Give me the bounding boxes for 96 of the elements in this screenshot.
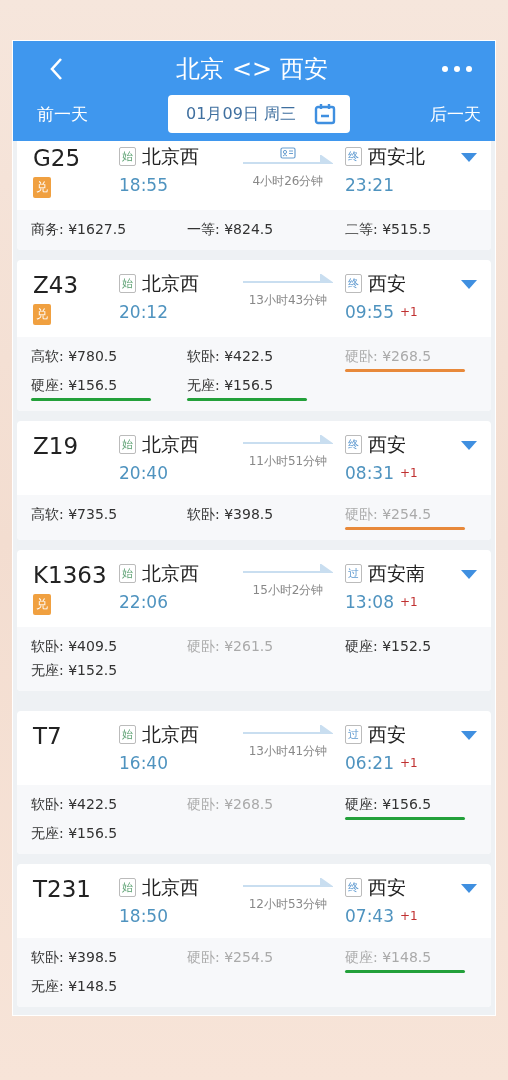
- station-name: 北京西: [142, 432, 199, 457]
- fare-price: 无座: ¥152.5: [31, 661, 118, 680]
- station-tag: 始: [119, 273, 136, 293]
- more-icon[interactable]: [441, 65, 473, 73]
- train-number: T7: [33, 722, 62, 751]
- train-card[interactable]: Z19 始 北京西 20:40 11小时51分钟 终 西安 08:31 +1 高软: ¥735.5 软卧: ¥398.5 硬卧: ¥254.5: [17, 421, 491, 540]
- back-icon[interactable]: [49, 57, 63, 81]
- station-tag: 始: [119, 563, 136, 583]
- fare-price: 硬座: ¥152.5: [345, 637, 432, 656]
- fare-price: 硬座: ¥156.5: [345, 795, 432, 814]
- travel-duration: 12小时53分钟: [248, 896, 328, 913]
- train-card[interactable]: G25 兑 始 北京西 18:55 4小时26分钟 终 西安北 23:21 商务: ¥1627.5 一等: ¥824.5 二等: ¥515.5: [17, 141, 491, 250]
- station-name: 西安南: [368, 561, 425, 586]
- next-day-mark: +1: [400, 466, 418, 480]
- station-name: 西安: [368, 722, 406, 747]
- station-tag: 始: [119, 146, 136, 166]
- train-number: K1363: [33, 561, 107, 590]
- next-day-mark: +1: [400, 305, 418, 319]
- fare-price: 硬卧: ¥254.5: [187, 948, 274, 967]
- station-tag: 终: [345, 434, 362, 454]
- station-name: 西安: [368, 432, 406, 457]
- route-title: 北京 <> 西安: [176, 54, 328, 85]
- fare-price: 硬卧: ¥261.5: [187, 637, 274, 656]
- train-number: G25: [33, 144, 81, 173]
- station-tag: 过: [345, 724, 362, 744]
- train-card[interactable]: K1363 兑 始 北京西 22:06 15小时2分钟 过 西安南 13:08 +1 软卧: ¥409.5 硬卧: ¥261.5 硬座: ¥152.5 无座: ¥152.5: [17, 550, 491, 691]
- caret-icon[interactable]: [461, 884, 477, 893]
- fare-price: 软卧: ¥422.5: [31, 795, 118, 814]
- travel-duration: 11小时51分钟: [248, 453, 328, 470]
- station-tag: 始: [119, 434, 136, 454]
- train-card[interactable]: T7 始 北京西 16:40 13小时41分钟 过 西安 06:21 +1 软卧: ¥422.5 硬卧: ¥268.5 硬座: ¥156.5 无座: ¥156.5: [17, 711, 491, 854]
- fare-price: 高软: ¥780.5: [31, 347, 118, 366]
- calendar-icon: [313, 103, 336, 125]
- station-name: 北京西: [142, 875, 199, 900]
- fare-price: 软卧: ¥409.5: [31, 637, 118, 656]
- travel-duration: 15小时2分钟: [252, 582, 324, 599]
- station-tag: 终: [345, 877, 362, 897]
- fare-price: 硬卧: ¥268.5: [345, 347, 432, 366]
- caret-icon[interactable]: [461, 280, 477, 289]
- fare-price: 高软: ¥735.5: [31, 505, 118, 524]
- train-number: T231: [33, 875, 91, 904]
- station-tag: 终: [345, 273, 362, 293]
- station-tag: 过: [345, 563, 362, 583]
- fare-price: 软卧: ¥422.5: [187, 347, 274, 366]
- departure-time: 22:06: [119, 592, 169, 612]
- station-name: 西安: [368, 875, 406, 900]
- caret-icon[interactable]: [461, 441, 477, 450]
- station-name: 西安: [368, 271, 406, 296]
- arrival-time: 06:21: [345, 753, 394, 773]
- station-tag: 始: [119, 877, 136, 897]
- station-tag: 终: [345, 146, 362, 166]
- train-number: Z43: [33, 271, 79, 300]
- travel-duration: 13小时41分钟: [248, 743, 328, 760]
- fare-price: 无座: ¥148.5: [31, 977, 118, 996]
- redeem-badge: 兑: [33, 177, 51, 198]
- arrival-time: 08:31: [345, 463, 394, 483]
- station-name: 北京西: [142, 271, 199, 296]
- caret-icon[interactable]: [461, 731, 477, 740]
- station-name: 北京西: [142, 722, 199, 747]
- train-card[interactable]: Z43 兑 始 北京西 20:12 13小时43分钟 终 西安 09:55 +1 高软: ¥780.5 软卧: ¥422.5 硬卧: ¥268.5 硬座: ¥156.5 无座: ¥156.5: [17, 260, 491, 411]
- travel-duration: 4小时26分钟: [252, 173, 324, 190]
- caret-icon[interactable]: [461, 570, 477, 579]
- travel-duration: 13小时43分钟: [248, 292, 328, 309]
- station-name: 西安北: [368, 144, 425, 169]
- arrival-time: 23:21: [345, 175, 394, 195]
- station-tag: 始: [119, 724, 136, 744]
- fare-price: 软卧: ¥398.5: [187, 505, 274, 524]
- fare-price: 无座: ¥156.5: [31, 824, 118, 843]
- date-picker[interactable]: 01月09日 周三: [168, 95, 350, 133]
- fare-price: 硬座: ¥156.5: [31, 376, 118, 395]
- next-day-mark: +1: [400, 756, 418, 770]
- departure-time: 20:12: [119, 302, 169, 322]
- fare-price: 商务: ¥1627.5: [31, 220, 127, 239]
- arrival-time: 09:55: [345, 302, 394, 322]
- fare-price: 硬座: ¥148.5: [345, 948, 432, 967]
- departure-time: 18:55: [119, 175, 169, 195]
- station-name: 北京西: [142, 144, 199, 169]
- fare-price: 硬卧: ¥268.5: [187, 795, 274, 814]
- redeem-badge: 兑: [33, 594, 51, 615]
- caret-icon[interactable]: [461, 153, 477, 162]
- next-day-mark: +1: [400, 595, 418, 609]
- train-number: Z19: [33, 432, 79, 461]
- fare-price: 软卧: ¥398.5: [31, 948, 118, 967]
- departure-time: 16:40: [119, 753, 169, 773]
- fare-price: 硬卧: ¥254.5: [345, 505, 432, 524]
- redeem-badge: 兑: [33, 304, 51, 325]
- fare-price: 无座: ¥156.5: [187, 376, 274, 395]
- arrival-time: 13:08: [345, 592, 394, 612]
- train-card[interactable]: T231 始 北京西 18:50 12小时53分钟 终 西安 07:43 +1 软卧: ¥398.5 硬卧: ¥254.5 硬座: ¥148.5 无座: ¥148.5: [17, 864, 491, 1007]
- arrival-time: 07:43: [345, 906, 394, 926]
- departure-time: 20:40: [119, 463, 169, 483]
- next-day-mark: +1: [400, 909, 418, 923]
- departure-time: 18:50: [119, 906, 169, 926]
- station-name: 北京西: [142, 561, 199, 586]
- fare-price: 一等: ¥824.5: [187, 220, 274, 239]
- fare-price: 二等: ¥515.5: [345, 220, 432, 239]
